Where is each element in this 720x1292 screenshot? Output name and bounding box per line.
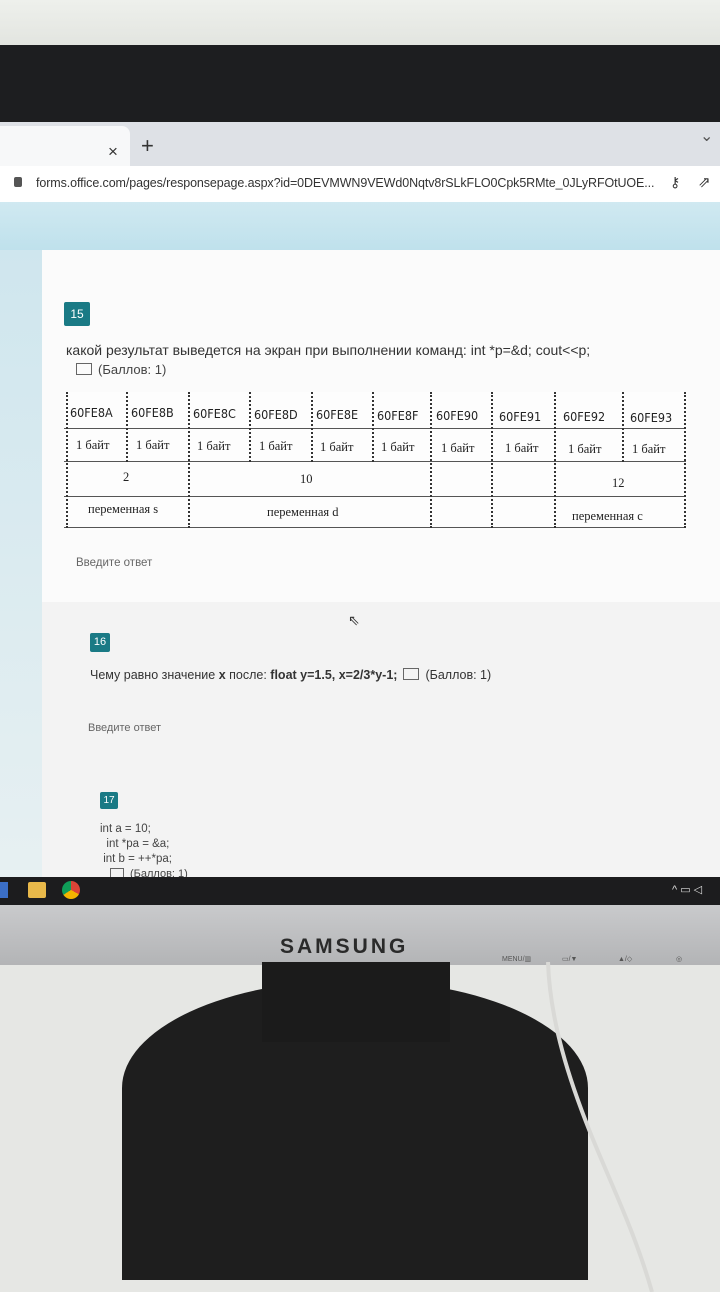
key-icon[interactable]: ⚷ <box>670 174 680 191</box>
code-line: int b = ++*pa; <box>100 853 172 865</box>
address-cell: 60FE91 <box>499 409 542 424</box>
table-separator <box>430 392 432 528</box>
question-number-badge: 16 <box>90 633 110 652</box>
byte-cell: 1 байт <box>136 438 170 452</box>
table-separator <box>684 392 686 528</box>
page-background <box>0 250 42 882</box>
question-15-text: какой результат выведется на экран при в… <box>66 342 591 358</box>
address-cell: 60FE90 <box>436 408 479 423</box>
question-number-badge: 15 <box>64 302 90 326</box>
byte-cell: 1 байт <box>259 439 293 453</box>
points-label: (Баллов: 1) <box>98 362 167 377</box>
monitor-bezel-top <box>0 45 720 125</box>
windows-taskbar: ^ ▭ ◁ <box>0 877 720 905</box>
question-17-code: int a = 10; int *pa = &a; int b = ++*pa; <box>100 822 172 867</box>
byte-cell: 1 байт <box>197 439 231 453</box>
value-cell: 12 <box>612 476 625 490</box>
table-line <box>64 461 686 462</box>
question-text-part: Чему равно значение <box>90 668 219 682</box>
share-icon[interactable]: ⇗ <box>698 173 711 191</box>
points-label: (Баллов: 1) <box>425 668 492 682</box>
monitor-power-button[interactable]: ◎ <box>676 955 682 963</box>
address-cell: 60FE93 <box>630 410 673 425</box>
question-15-points: (Баллов: 1) <box>76 362 166 377</box>
table-line <box>64 496 686 497</box>
monitor-stand-neck <box>262 962 450 1042</box>
table-separator <box>249 392 251 462</box>
value-cell: 10 <box>300 472 313 486</box>
memory-table: 60FE8A 60FE8B 60FE8C 60FE8D 60FE8E 60FE8… <box>64 392 688 530</box>
browser-tab[interactable]: × <box>0 126 130 166</box>
question-number-badge: 17 <box>100 792 118 809</box>
chevron-down-icon[interactable]: ⌄ <box>700 126 713 146</box>
monitor-menu-button[interactable]: MENU/▥ <box>502 955 531 963</box>
table-separator <box>311 392 313 462</box>
table-line <box>64 428 686 429</box>
new-tab-button[interactable]: + <box>141 135 154 157</box>
monitor-bezel-bottom: SAMSUNG MENU/▥ ▭/▼ ▲/◇ ◎ <box>0 905 720 965</box>
address-cell: 60FE8D <box>254 407 298 422</box>
byte-cell: 1 байт <box>568 442 602 456</box>
table-line <box>64 527 686 528</box>
browser-tab-bar: × + ⌄ <box>0 122 720 166</box>
system-tray[interactable]: ^ ▭ ◁ <box>672 883 702 896</box>
address-bar[interactable]: forms.office.com/pages/responsepage.aspx… <box>0 166 720 203</box>
monitor-brand-logo: SAMSUNG <box>280 935 409 958</box>
table-separator <box>622 392 624 462</box>
table-separator <box>66 392 68 528</box>
address-cell: 60FE8A <box>70 405 113 420</box>
byte-cell: 1 байт <box>76 438 110 452</box>
monitor-cable <box>546 962 654 1292</box>
variable-cell: переменная c <box>572 509 643 523</box>
address-cell: 60FE8E <box>316 407 359 422</box>
question-variable: x <box>218 668 226 682</box>
answer-input-15[interactable]: Введите ответ <box>76 557 152 569</box>
byte-cell: 1 байт <box>381 440 415 454</box>
table-separator <box>372 392 374 462</box>
url-text[interactable]: forms.office.com/pages/responsepage.aspx… <box>36 176 655 190</box>
byte-cell: 1 байт <box>632 442 666 456</box>
immersive-reader-icon[interactable] <box>76 363 92 375</box>
address-cell: 60FE8F <box>377 408 419 423</box>
chrome-icon[interactable] <box>62 881 80 899</box>
address-cell: 60FE8B <box>131 405 174 420</box>
mouse-cursor-icon: ⇖ <box>348 612 360 628</box>
address-cell: 60FE92 <box>563 409 606 424</box>
table-separator <box>554 392 556 528</box>
byte-cell: 1 байт <box>505 441 539 455</box>
code-line: int a = 10; <box>100 823 151 835</box>
byte-cell: 1 байт <box>320 440 354 454</box>
answer-input-16[interactable]: Введите ответ <box>88 722 161 734</box>
form-header-banner <box>0 202 720 250</box>
address-cell: 60FE8C <box>193 406 236 421</box>
question-code: float y=1.5, x=2/3*y-1; <box>270 668 398 682</box>
value-cell: 2 <box>123 470 130 484</box>
task-view-icon[interactable] <box>0 882 8 898</box>
code-line: int *pa = &a; <box>100 838 170 850</box>
byte-cell: 1 байт <box>441 441 475 455</box>
monitor-screen: × + ⌄ forms.office.com/pages/responsepag… <box>0 122 720 882</box>
question-16-text: Чему равно значение x после: float y=1.5… <box>90 668 491 682</box>
variable-cell: переменная s <box>88 502 159 516</box>
variable-cell: переменная d <box>267 505 339 519</box>
question-text-part: после: <box>225 668 271 682</box>
lock-icon[interactable] <box>14 177 22 187</box>
file-explorer-icon[interactable] <box>28 882 46 898</box>
close-tab-icon[interactable]: × <box>108 142 118 162</box>
table-separator <box>188 392 190 528</box>
table-separator <box>126 392 128 462</box>
table-separator <box>491 392 493 528</box>
immersive-reader-icon[interactable] <box>403 668 420 680</box>
